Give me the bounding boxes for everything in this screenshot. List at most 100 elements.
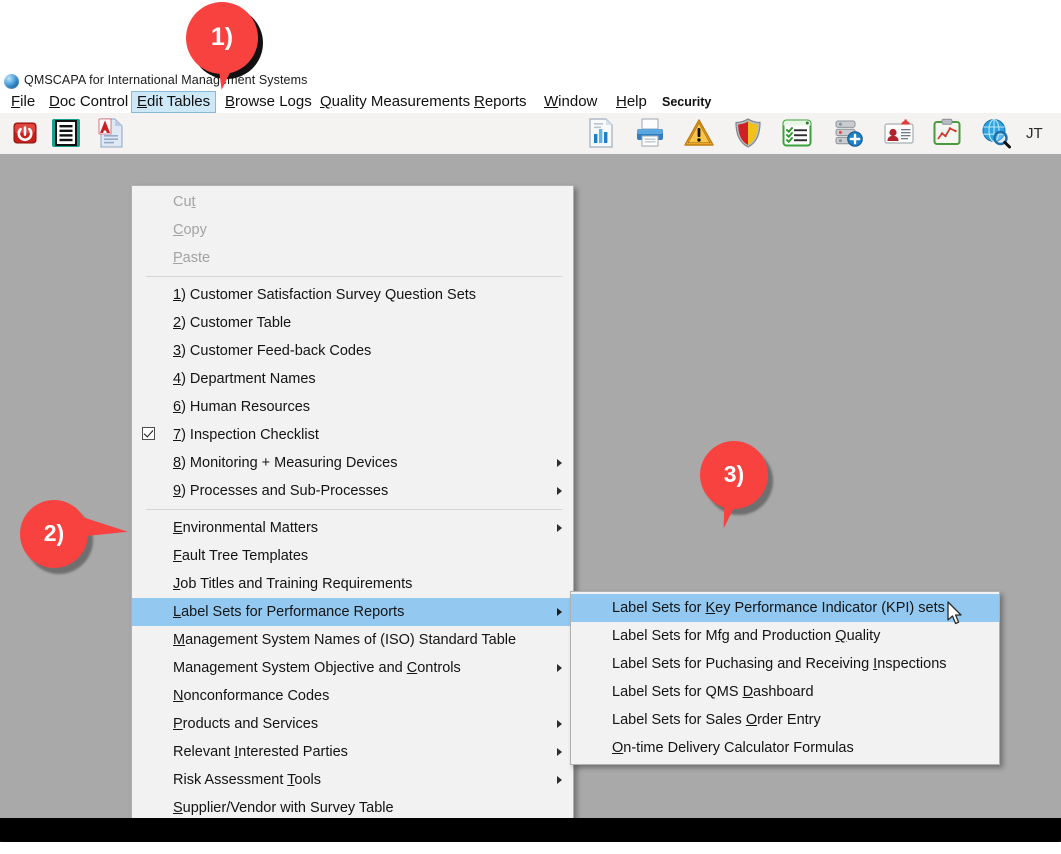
menu-item-risk-assessment-tools[interactable]: Risk Assessment Tools <box>132 766 573 794</box>
menu-item-label: Products and Services <box>173 716 319 732</box>
menu-item-label: 6) Human Resources <box>173 399 311 415</box>
globe-icon <box>4 74 19 89</box>
callout-label: 2) <box>20 500 88 568</box>
submenu-arrow-icon <box>557 720 562 728</box>
menu-item-environmental-matters[interactable]: Environmental Matters <box>132 514 573 542</box>
menu-item-9-processes-and-sub-processes[interactable]: 9) Processes and Sub-Processes <box>132 477 573 505</box>
submenu-arrow-icon <box>557 524 562 532</box>
menu-item-7-inspection-checklist[interactable]: 7) Inspection Checklist <box>132 421 573 449</box>
toolbar-trailing-text: JT <box>1026 125 1043 142</box>
menu-item-supplier-vendor-with-survey-table[interactable]: Supplier/Vendor with Survey Table <box>132 794 573 818</box>
contact-card-icon[interactable] <box>883 117 915 149</box>
menubar-item-window[interactable]: Window <box>539 92 602 112</box>
submenu-arrow-icon <box>557 664 562 672</box>
document-list-icon[interactable] <box>50 117 82 149</box>
menu-item-fault-tree-templates[interactable]: Fault Tree Templates <box>132 542 573 570</box>
menubar-item-file[interactable]: File <box>6 92 40 112</box>
menu-item-label: Label Sets for Mfg and Production Qualit… <box>612 628 881 644</box>
menubar-item-security[interactable]: Security <box>657 94 716 110</box>
menu-item-label: Job Titles and Training Requirements <box>173 576 413 592</box>
toolbar: JT <box>0 113 1061 155</box>
checklist-icon[interactable] <box>781 117 813 149</box>
menu-item-label: On-time Delivery Calculator Formulas <box>612 740 854 756</box>
menu-item-label: Environmental Matters <box>173 520 319 536</box>
menu-item-label: Fault Tree Templates <box>173 548 309 564</box>
menu-item-products-and-services[interactable]: Products and Services <box>132 710 573 738</box>
menu-item-1-customer-satisfaction-survey-question-sets[interactable]: 1) Customer Satisfaction Survey Question… <box>132 281 573 309</box>
globe-search-icon[interactable] <box>980 117 1012 149</box>
submenu-arrow-icon <box>557 459 562 467</box>
printer-icon[interactable] <box>634 117 666 149</box>
menu-item-2-customer-table[interactable]: 2) Customer Table <box>132 309 573 337</box>
menubar-item-browse-logs[interactable]: Browse Logs <box>220 92 317 112</box>
menu-item-label: 4) Department Names <box>173 371 316 387</box>
menu-item-label: 3) Customer Feed-back Codes <box>173 343 372 359</box>
menu-item-job-titles-and-training-requirements[interactable]: Job Titles and Training Requirements <box>132 570 573 598</box>
menu-item-nonconformance-codes[interactable]: Nonconformance Codes <box>132 682 573 710</box>
power-icon[interactable] <box>9 117 41 149</box>
menu-item-label: 9) Processes and Sub-Processes <box>173 483 389 499</box>
submenu-arrow-icon <box>557 748 562 756</box>
submenu-item-label-sets-for-key-performance-indicator-kpi-set[interactable]: Label Sets for Key Performance Indicator… <box>571 594 999 622</box>
menubar-item-reports[interactable]: Reports <box>469 92 532 112</box>
submenu-item-label-sets-for-puchasing-and-receiving-inspectio[interactable]: Label Sets for Puchasing and Receiving I… <box>571 650 999 678</box>
submenu-arrow-icon <box>557 487 562 495</box>
menu-item-label: Risk Assessment Tools <box>173 772 322 788</box>
menu-item-3-customer-feed-back-codes[interactable]: 3) Customer Feed-back Codes <box>132 337 573 365</box>
menubar-item-edit-tables[interactable]: Edit Tables <box>131 91 217 113</box>
title-bar: QMSCAPA for International Management Sys… <box>0 72 1061 91</box>
checkmark-icon <box>142 427 155 440</box>
submenu-arrow-icon <box>557 776 562 784</box>
menu-bar: File Doc Control Edit Tables Browse Logs Qua… <box>0 91 1061 113</box>
menu-item-label-sets-for-performance-reports[interactable]: Label Sets for Performance Reports <box>132 598 573 626</box>
menu-item-label: 7) Inspection Checklist <box>173 427 319 443</box>
menubar-item-quality-measurements[interactable]: Quality Measurements <box>315 92 475 112</box>
menu-item-label: Label Sets for Performance Reports <box>173 604 405 620</box>
clipboard-chart-icon[interactable] <box>931 117 963 149</box>
menubar-item-help[interactable]: Help <box>611 92 652 112</box>
bar-chart-report-icon[interactable] <box>585 117 617 149</box>
application-window-frame: QMSCAPA for International Management Sys… <box>0 72 1061 842</box>
menu-item-label: Nonconformance Codes <box>173 688 330 704</box>
callout-label: 3) <box>700 441 768 509</box>
mouse-cursor-icon <box>947 601 962 625</box>
callout-label: 1) <box>186 2 258 74</box>
submenu-item-label-sets-for-qms-dashboard[interactable]: Label Sets for QMS Dashboard <box>571 678 999 706</box>
label-sets-submenu: Label Sets for Key Performance Indicator… <box>570 591 1000 765</box>
menu-item-label: Management System Names of (ISO) Standar… <box>173 632 517 648</box>
menu-item-label: 8) Monitoring + Measuring Devices <box>173 455 398 471</box>
menu-item-8-monitoring-measuring-devices[interactable]: 8) Monitoring + Measuring Devices <box>132 449 573 477</box>
menu-item-label: Label Sets for Key Performance Indicator… <box>612 600 945 616</box>
menu-item-label: Copy <box>173 222 207 238</box>
menu-item-4-department-names[interactable]: 4) Department Names <box>132 365 573 393</box>
window-title: QMSCAPA for International Management Sys… <box>24 73 308 87</box>
submenu-item-on-time-delivery-calculator-formulas[interactable]: On-time Delivery Calculator Formulas <box>571 734 999 762</box>
pdf-export-icon[interactable] <box>95 117 127 149</box>
menu-separator <box>146 509 563 510</box>
edit-tables-dropdown-menu: Cut Copy Paste 1) Customer Satisfaction Sur… <box>131 185 574 818</box>
menu-item-management-system-objective-and-controls[interactable]: Management System Objective and Controls <box>132 654 573 682</box>
menu-item-6-human-resources[interactable]: 6) Human Resources <box>132 393 573 421</box>
menu-item-label: Supplier/Vendor with Survey Table <box>173 800 394 816</box>
menu-item-label: Relevant Interested Parties <box>173 744 348 760</box>
menu-item-label: 2) Customer Table <box>173 315 292 331</box>
shield-icon[interactable] <box>732 117 764 149</box>
menu-item-label: Paste <box>173 250 211 266</box>
menu-item-paste: Paste <box>132 244 573 272</box>
database-add-icon[interactable] <box>832 117 864 149</box>
warning-triangle-icon[interactable] <box>683 117 715 149</box>
menu-item-copy: Copy <box>132 216 573 244</box>
menu-item-relevant-interested-parties[interactable]: Relevant Interested Parties <box>132 738 573 766</box>
application-window: QMSCAPA for International Management Sys… <box>0 72 1061 818</box>
menu-item-cut: Cut <box>132 188 573 216</box>
submenu-item-label-sets-for-mfg-and-production-quality[interactable]: Label Sets for Mfg and Production Qualit… <box>571 622 999 650</box>
menu-item-label: Label Sets for Puchasing and Receiving I… <box>612 656 947 672</box>
menu-item-label: Label Sets for QMS Dashboard <box>612 684 814 700</box>
submenu-item-label-sets-for-sales-order-entry[interactable]: Label Sets for Sales Order Entry <box>571 706 999 734</box>
menu-item-management-system-names-of-iso-standard-table[interactable]: Management System Names of (ISO) Standar… <box>132 626 573 654</box>
menu-item-label: Management System Objective and Controls <box>173 660 461 676</box>
menu-item-label: Cut <box>173 194 196 210</box>
menubar-item-doc-control[interactable]: Doc Control <box>44 92 133 112</box>
menu-item-label: Label Sets for Sales Order Entry <box>612 712 821 728</box>
submenu-arrow-icon <box>557 608 562 616</box>
